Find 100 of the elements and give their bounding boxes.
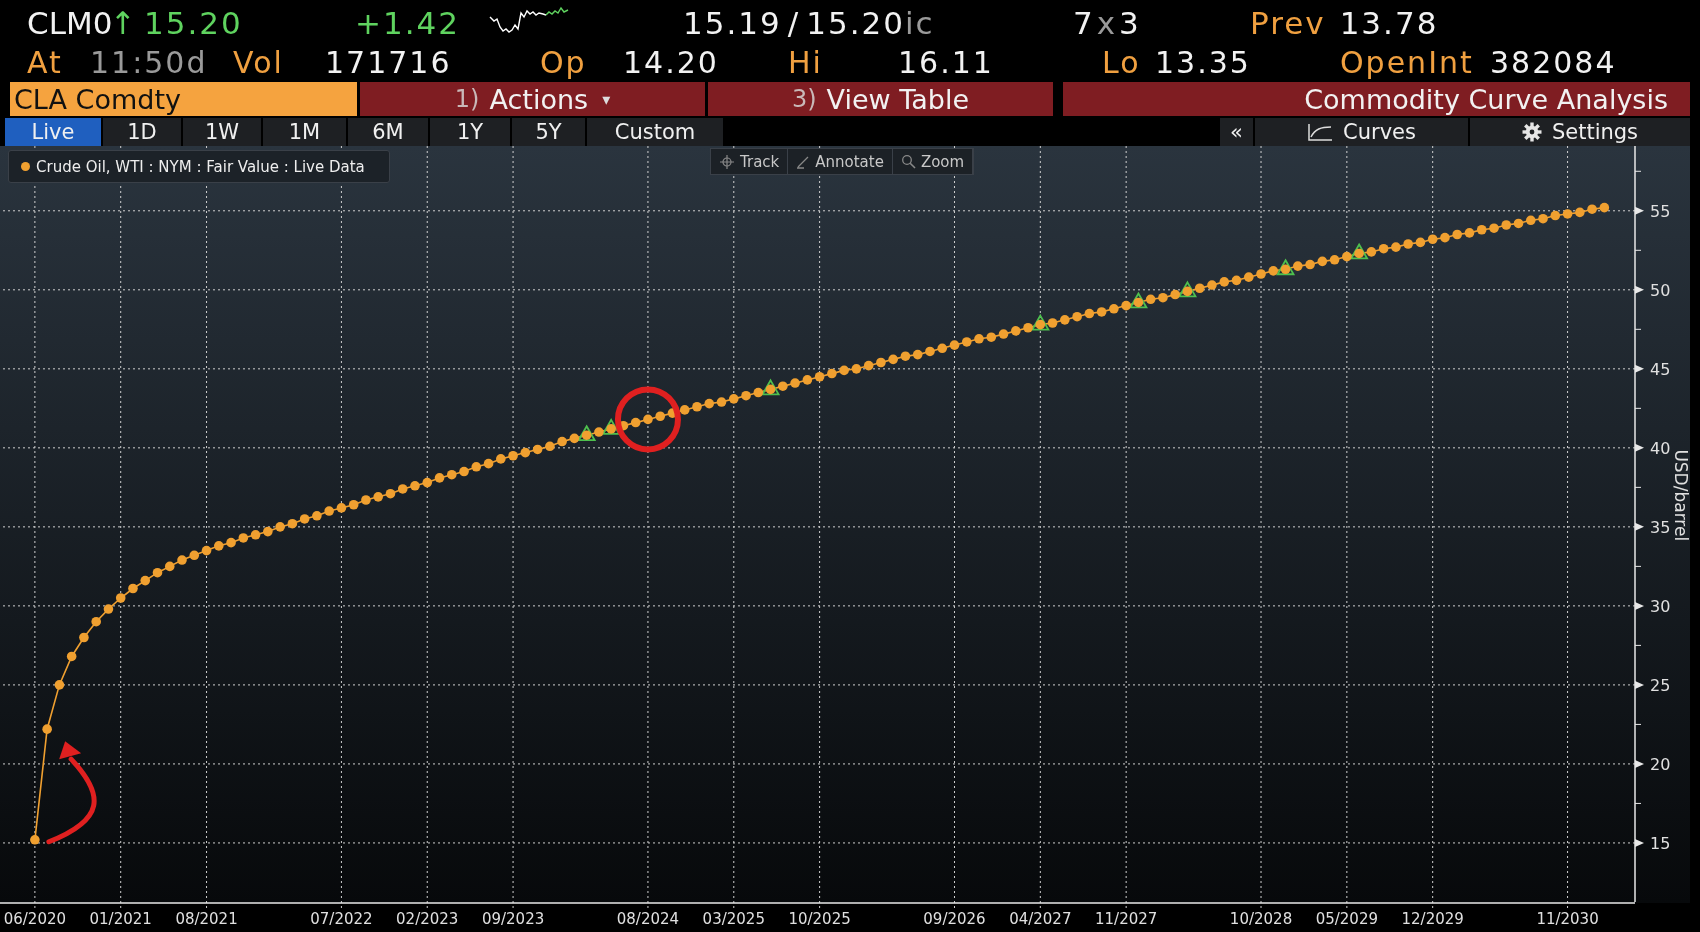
stat-label: Hi [788,45,824,80]
data-point [1194,283,1205,294]
data-point [949,340,960,350]
data-point [1280,264,1291,275]
data-point [1476,224,1487,235]
data-point [128,583,138,594]
curves-button[interactable]: Curves [1255,118,1468,146]
tool-button[interactable]: Annotate [788,149,893,174]
data-point [1207,280,1217,290]
data-point [373,492,383,502]
data-point [1526,215,1536,226]
data-point [226,537,236,548]
x-tick-label: 10/2025 [788,910,851,928]
data-point [1109,304,1119,314]
stat-value: 14.20 [623,45,720,80]
data-point [790,378,800,388]
data-point [839,365,849,376]
data-point [214,541,224,551]
data-point [655,411,665,422]
data-point [483,458,494,469]
triangle-marker [577,424,597,442]
bid-size: 7 [1073,4,1095,41]
menu-button[interactable]: 1) Actions ▾ [360,82,705,116]
data-point [1121,300,1131,311]
data-point [250,529,261,540]
data-point [140,575,151,586]
search-icon [900,154,916,169]
direction-arrow: ↑ [110,4,138,41]
data-point [1133,297,1144,308]
view-table-button[interactable]: 3) View Table [708,82,1053,116]
data-point [1231,275,1242,286]
range-tab[interactable]: 1Y [430,118,510,146]
data-point [581,430,592,440]
data-point [336,503,347,513]
data-point [643,414,653,425]
data-point [1096,307,1107,317]
data-point [1575,207,1585,218]
data-point [1427,234,1438,245]
data-point [1599,202,1610,213]
range-tab[interactable]: 5Y [512,118,585,146]
data-point [446,469,457,480]
data-point [1562,209,1573,219]
data-point [1182,286,1193,297]
data-point [1305,259,1315,270]
range-tab[interactable]: Live [5,118,101,146]
range-tab[interactable]: 1D [103,118,181,146]
data-point [863,360,874,371]
data-point [79,632,89,643]
data-point [716,397,727,407]
tool-button[interactable]: Track [711,149,789,174]
data-point [201,545,212,556]
stat-label: At [27,45,64,80]
data-point [1011,326,1021,336]
ask-price: 15.20 [806,4,905,41]
data-point [729,394,739,404]
data-point [765,384,776,395]
data-point [998,329,1009,339]
data-point [152,567,163,578]
data-point [312,511,322,521]
data-point [508,450,518,461]
x-tick-label: 08/2024 [616,910,680,928]
data-point [30,835,40,845]
data-point [103,604,114,614]
data-point [422,477,433,488]
y-tick-label: 25 [1650,675,1671,695]
range-tab[interactable]: 1W [183,118,261,146]
x-tick-label: 08/2021 [175,910,238,928]
tool-button[interactable]: Zoom [892,149,974,174]
x-tick-label: 09/2023 [481,910,545,928]
data-point [1060,315,1070,325]
data-point [348,499,359,510]
data-point [1317,256,1328,267]
range-tab[interactable]: 6M [348,118,428,146]
data-point [397,484,408,494]
triangle-marker [1128,291,1148,309]
collapse-button[interactable]: « [1220,118,1253,146]
data-point [42,724,52,734]
data-point [704,398,715,409]
data-point [814,371,825,382]
data-point [1366,247,1377,257]
data-point [189,550,200,561]
y-tick-label: 50 [1650,280,1671,300]
data-point [1158,292,1168,303]
data-point [164,561,175,572]
net-change: +1.42 [355,4,460,41]
security-field[interactable]: CLA Comdty [10,82,357,116]
data-point [1342,251,1352,262]
range-tab[interactable]: Custom [587,118,723,146]
y-tick-label: 20 [1650,754,1671,774]
size-separator: x [1096,4,1118,41]
data-point [238,533,249,543]
data-point [1170,289,1180,300]
x-tick-label: 07/2022 [310,910,373,928]
data-point [1440,232,1450,243]
ask-size: 3 [1119,4,1141,41]
data-point [1464,228,1475,238]
data-point [1550,210,1561,221]
settings-button[interactable]: Settings [1470,118,1690,146]
data-point [66,651,77,662]
range-tab[interactable]: 1M [263,118,346,146]
